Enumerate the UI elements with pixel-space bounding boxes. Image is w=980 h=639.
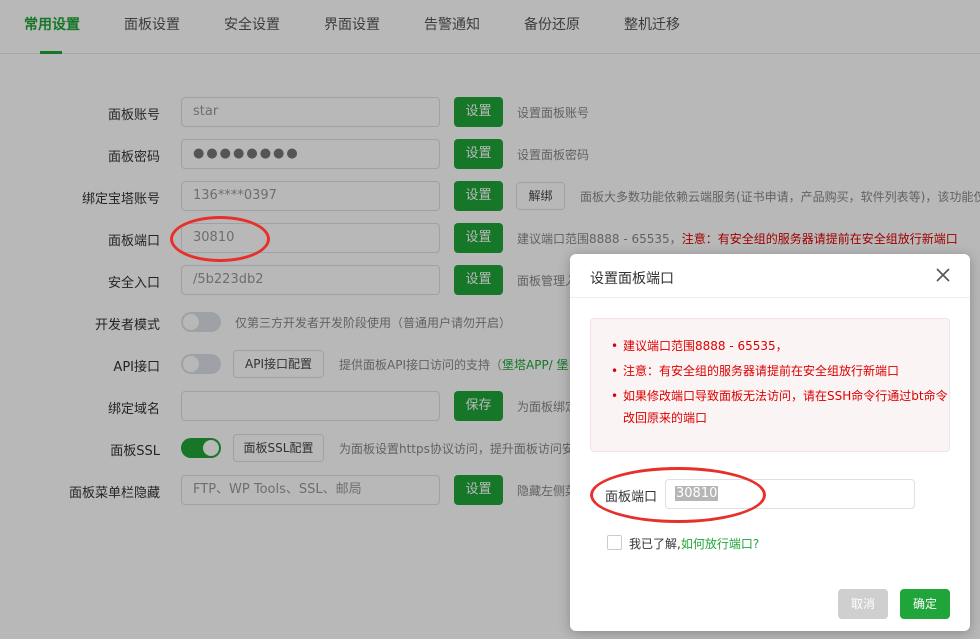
cancel-button[interactable]: 取消 <box>838 589 888 619</box>
dialog-port-value: 30810 <box>675 486 719 501</box>
dialog-port-input[interactable]: 30810 <box>665 479 915 509</box>
acknowledge-label: 我已了解, <box>629 537 681 551</box>
how-to-open-port-link[interactable]: 如何放行端口? <box>681 537 759 551</box>
warning-item: 注意：有安全组的服务器请提前在安全组放行新端口 <box>611 360 949 382</box>
warning-item: 建议端口范围8888 - 65535， <box>611 335 949 357</box>
dialog-port-label: 面板端口 <box>605 490 658 505</box>
acknowledge-checkbox[interactable] <box>607 535 622 550</box>
warning-item: 如果修改端口导致面板无法访问，请在SSH命令行通过bt命令改回原来的端口 <box>611 385 949 429</box>
confirm-button[interactable]: 确定 <box>900 589 950 619</box>
set-port-dialog: 设置面板端口 建议端口范围8888 - 65535， 注意：有安全组的服务器请提… <box>570 254 970 631</box>
close-icon[interactable] <box>932 264 954 286</box>
acknowledge-text: 我已了解,如何放行端口? <box>629 535 759 552</box>
dialog-divider <box>570 297 970 298</box>
dialog-title: 设置面板端口 <box>590 271 674 287</box>
warning-box: 建议端口范围8888 - 65535， 注意：有安全组的服务器请提前在安全组放行… <box>590 318 950 452</box>
